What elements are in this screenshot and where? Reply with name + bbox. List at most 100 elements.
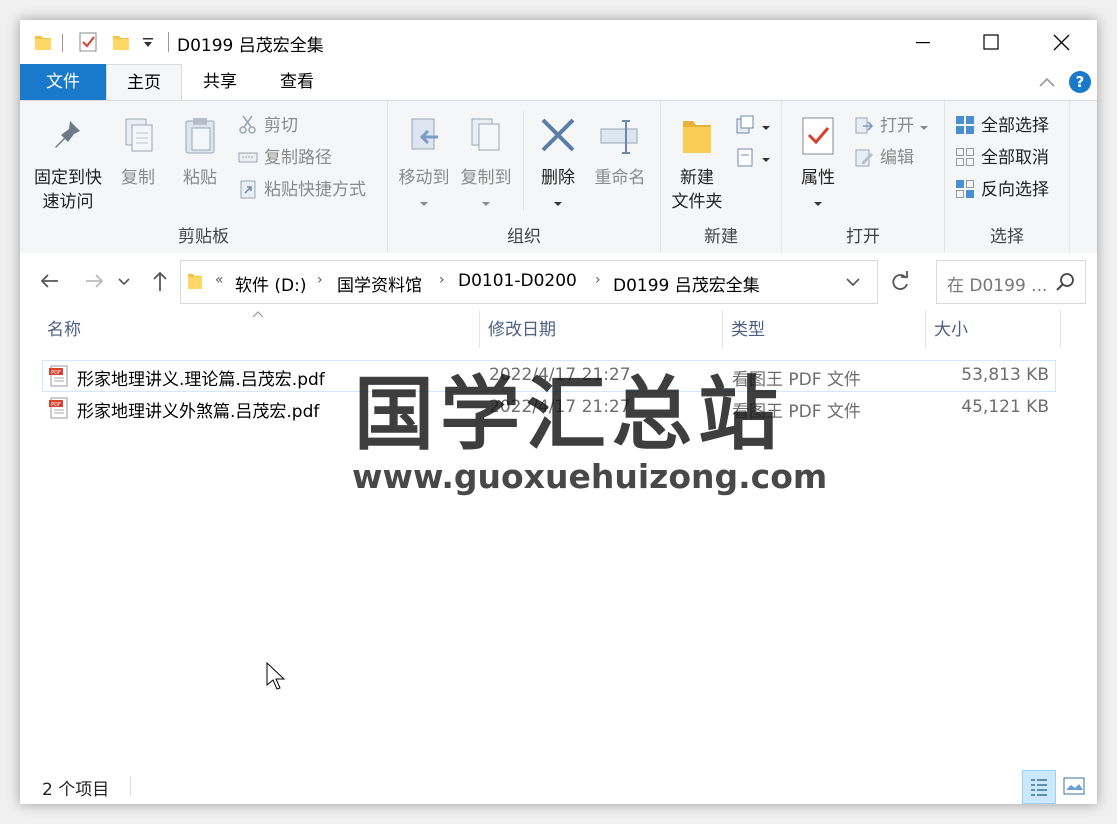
breadcrumb-current[interactable]: D0199 吕茂宏全集 [613,271,760,296]
invert-selection-button[interactable]: 反向选择 [955,177,1049,203]
new-item-button[interactable] [735,113,771,139]
divider [877,261,878,303]
divider [62,34,63,52]
paste-button[interactable]: 粘贴 [172,115,228,190]
breadcrumb-separator-icon[interactable]: › [595,272,601,288]
pin-icon [55,121,80,148]
tab-home[interactable]: 主页 [106,64,182,102]
move-to-button[interactable]: 移动到 [394,115,454,214]
help-icon[interactable]: ? [1068,70,1092,94]
divider [523,111,524,211]
copy-path-button[interactable]: 复制路径 [238,145,332,171]
properties-button[interactable]: 属性 [790,115,846,214]
properties-check-icon[interactable] [78,32,98,52]
tab-file[interactable]: 文件 [20,64,106,100]
pdf-file-icon: PDF [49,365,68,387]
paste-shortcut-icon [240,180,256,199]
close-button[interactable] [1029,20,1093,64]
rename-icon [600,120,638,154]
large-icons-view-button[interactable] [1058,770,1090,802]
column-header-type[interactable]: 类型 [731,313,765,347]
paste-icon [185,118,215,154]
back-arrow-icon [40,274,58,288]
pdf-file-icon: PDF [49,397,68,419]
large-icons-view-icon [1063,777,1085,795]
new-folder-quick-icon[interactable] [112,32,130,52]
ribbon: 固定到快 速访问 复制 粘贴 剪切 复制路径 粘贴快捷方式 剪贴板 移动到 复制… [20,100,1097,254]
details-view-button[interactable] [1022,770,1056,804]
copy-to-button[interactable]: 复制到 [456,115,516,214]
close-icon [1053,34,1070,51]
overflow-chevrons-icon[interactable]: « [215,272,224,288]
delete-button[interactable]: 删除 [532,115,584,214]
forward-arrow-icon [86,274,104,288]
address-box[interactable]: « 软件 (D:) › 国学资料馆 › D0101-D0200 › D0199 … [180,260,908,304]
customize-dropdown-icon[interactable] [142,32,154,52]
breadcrumb-library[interactable]: 国学资料馆 [337,271,422,296]
copy-icon [125,118,153,152]
select-none-icon [956,148,974,166]
pin-quick-access-button[interactable]: 固定到快 速访问 [28,115,108,214]
column-header-modified[interactable]: 修改日期 [488,313,556,347]
minimize-icon [916,42,930,44]
forward-button[interactable] [78,265,110,297]
collapse-ribbon-icon[interactable] [1038,75,1056,89]
new-item-icon [736,115,754,134]
search-box[interactable]: 在 D0199 ... [936,260,1086,304]
select-all-icon [956,116,974,134]
select-all-button[interactable]: 全部选择 [955,113,1049,139]
mouse-cursor-icon [266,662,286,690]
column-header-name[interactable]: 名称 [47,313,81,347]
select-none-button[interactable]: 全部取消 [955,145,1049,171]
breadcrumb-range[interactable]: D0101-D0200 [458,271,577,291]
dropdown-arrow-icon [554,202,562,206]
tab-view[interactable]: 查看 [262,64,332,100]
copy-path-icon [238,152,258,163]
dropdown-arrow-icon [814,202,822,206]
column-divider[interactable] [479,310,480,348]
folder-icon [35,36,51,50]
dropdown-arrow-icon [482,202,490,206]
breadcrumb-separator-icon[interactable]: › [439,272,445,288]
select-group: 全部选择 全部取消 反向选择 选择 [945,101,1070,253]
easy-access-button[interactable] [735,145,771,171]
chevron-down-icon [118,278,130,286]
breadcrumb-separator-icon[interactable]: › [317,272,323,288]
column-divider[interactable] [722,310,723,348]
edit-icon [855,149,873,167]
column-divider[interactable] [1060,310,1061,348]
folder-icon [188,274,202,289]
up-button[interactable] [144,265,176,297]
edit-button[interactable]: 编辑 [854,145,914,171]
scissors-icon [239,115,256,134]
invert-selection-icon [956,180,974,198]
easy-access-icon [737,148,753,167]
new-group-label: 新建 [704,227,738,247]
status-bar: 2 个项目 [20,768,1097,804]
tab-share[interactable]: 共享 [185,64,255,100]
organize-group: 移动到 复制到 删除 重命名 组织 [388,101,661,253]
divider [130,776,131,796]
address-bar-row: « 软件 (D:) › 国学资料馆 › D0101-D0200 › D0199 … [20,253,1097,309]
open-icon [855,117,874,134]
copy-to-icon [471,118,500,151]
open-button[interactable]: 打开 [854,113,929,139]
paste-shortcut-button[interactable]: 粘贴快捷方式 [238,177,366,203]
column-divider[interactable] [925,310,926,348]
search-icon[interactable] [1055,272,1075,292]
cut-button[interactable]: 剪切 [238,113,298,139]
breadcrumb-drive[interactable]: 软件 (D:) [235,271,307,296]
address-history-chevron-icon[interactable] [843,275,863,289]
organize-group-label: 组织 [507,227,541,247]
rename-button[interactable]: 重命名 [588,115,652,190]
item-count: 2 个项目 [42,780,110,800]
svg-text:?: ? [1076,73,1085,91]
recent-locations-button[interactable] [114,265,134,297]
copy-button[interactable]: 复制 [112,115,164,190]
column-header-size[interactable]: 大小 [934,313,968,347]
new-folder-button[interactable]: 新建 文件夹 [665,115,729,214]
back-button[interactable] [34,265,66,297]
maximize-button[interactable] [959,20,1023,64]
minimize-button[interactable] [890,20,954,64]
refresh-icon[interactable] [889,271,911,293]
